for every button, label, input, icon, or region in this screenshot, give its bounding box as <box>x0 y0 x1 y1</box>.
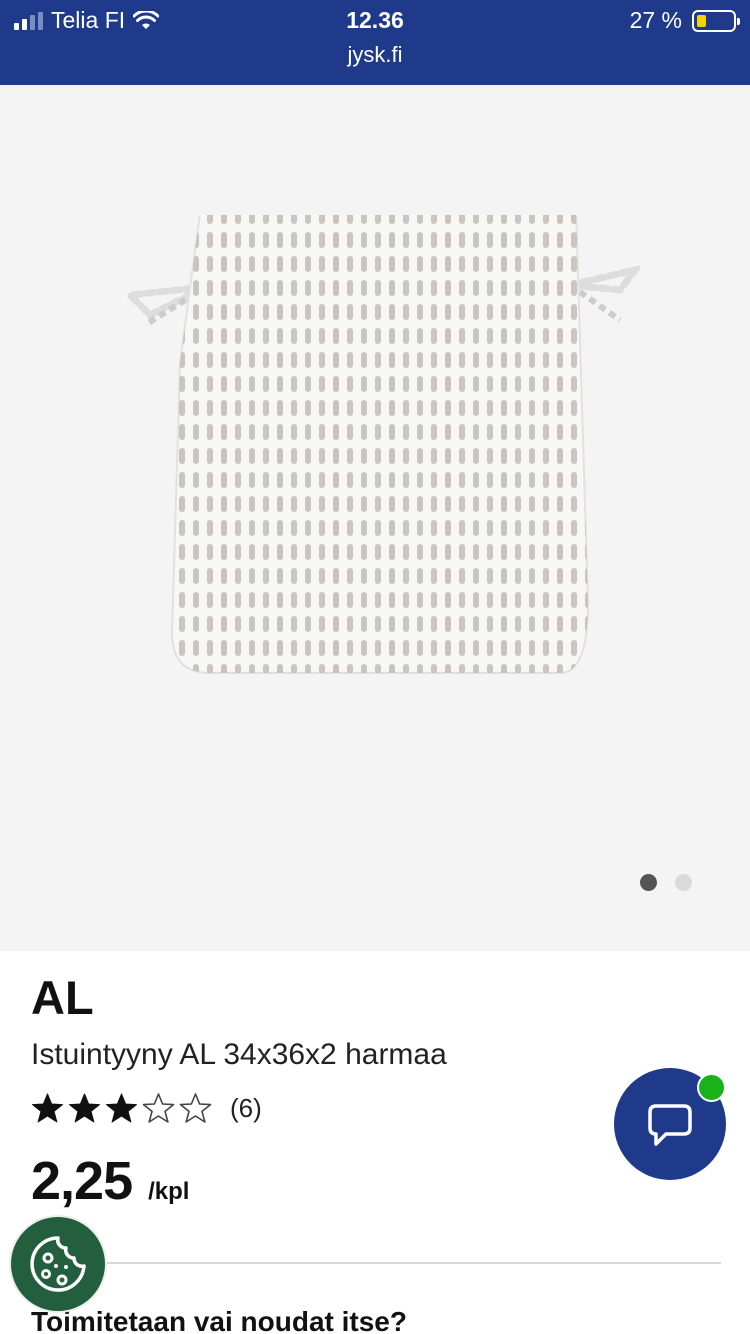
seat-cushion-product-image[interactable] <box>120 215 640 675</box>
chat-bubble-icon <box>648 1104 692 1146</box>
section-divider <box>31 1262 721 1264</box>
gallery-dot-2[interactable] <box>675 874 692 891</box>
page-url[interactable]: jysk.fi <box>0 42 750 68</box>
star-filled-icon <box>32 1093 63 1123</box>
battery-info: 27 % <box>629 7 740 34</box>
gallery-dot-1[interactable] <box>640 874 657 891</box>
cookie-settings-button[interactable] <box>9 1215 107 1313</box>
star-filled-icon <box>69 1093 100 1123</box>
online-status-indicator <box>697 1073 726 1102</box>
cookie-icon <box>30 1236 86 1292</box>
product-rating[interactable]: (6) <box>31 1092 262 1125</box>
star-filled-icon <box>106 1093 137 1123</box>
star-empty-icon <box>179 1093 212 1123</box>
battery-percent: 27 % <box>629 7 682 33</box>
star-empty-icon <box>142 1093 175 1123</box>
status-bar: Telia FI 12.36 jysk.fi 27 % <box>0 0 750 85</box>
battery-level <box>697 14 706 27</box>
review-count[interactable]: (6) <box>230 1093 262 1124</box>
product-brand: AL <box>31 971 94 1024</box>
price-unit: /kpl <box>148 1178 190 1205</box>
gallery-pagination <box>640 874 692 891</box>
product-title: Istuintyyny AL 34x36x2 harmaa <box>31 1038 447 1071</box>
product-image-gallery[interactable] <box>0 85 750 951</box>
delivery-heading[interactable]: Toimitetaan vai noudat itse? <box>31 1306 407 1334</box>
battery-icon <box>692 9 740 32</box>
product-price: 2,25 /kpl <box>31 1150 189 1212</box>
price-value: 2,25 <box>31 1151 133 1211</box>
